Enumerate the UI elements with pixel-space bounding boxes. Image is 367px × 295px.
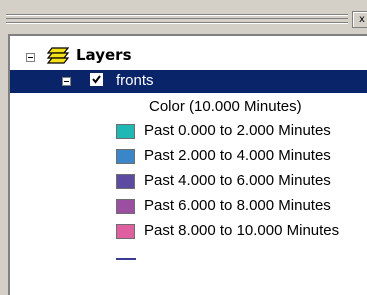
collapse-fronts-toggle[interactable] bbox=[62, 77, 71, 86]
legend-swatch bbox=[116, 124, 135, 139]
close-button[interactable]: x bbox=[352, 11, 367, 28]
table-of-contents: Layers fronts Color (10.000 Minutes) Pas… bbox=[8, 34, 367, 295]
legend-label: Past 6.000 to 8.000 Minutes bbox=[144, 197, 331, 214]
collapse-layers-toggle[interactable] bbox=[26, 53, 35, 62]
layer-name[interactable]: fronts bbox=[116, 71, 154, 91]
layers-root-label[interactable]: Layers bbox=[76, 45, 132, 65]
legend-swatch bbox=[116, 199, 135, 214]
legend-label: Past 8.000 to 10.000 Minutes bbox=[144, 222, 340, 239]
legend-line-symbol bbox=[116, 258, 136, 260]
legend-label: Past 0.000 to 2.000 Minutes bbox=[144, 122, 331, 139]
legend-swatch bbox=[116, 224, 135, 239]
legend-label: Past 4.000 to 6.000 Minutes bbox=[144, 172, 331, 189]
layers-icon bbox=[46, 47, 70, 64]
legend-label: Past 2.000 to 4.000 Minutes bbox=[144, 147, 331, 164]
layer-visibility-checkbox[interactable] bbox=[90, 73, 103, 86]
legend-swatch bbox=[116, 149, 135, 164]
legend-swatch bbox=[116, 174, 135, 189]
drag-grip[interactable] bbox=[6, 14, 348, 23]
check-icon bbox=[92, 75, 101, 84]
legend-heading: Color (10.000 Minutes) bbox=[149, 98, 302, 115]
window-titlebar[interactable]: x bbox=[0, 0, 367, 34]
